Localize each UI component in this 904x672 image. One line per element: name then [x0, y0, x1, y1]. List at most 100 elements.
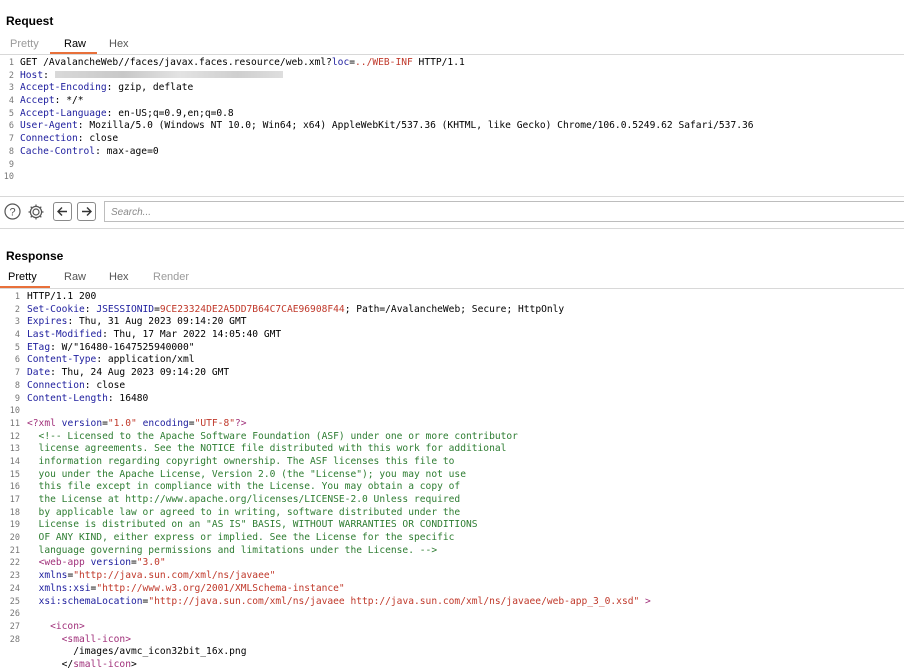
svg-text:?: ?	[9, 207, 15, 219]
code-line: 9 Content-Length: 16480	[0, 393, 904, 406]
code-line: 22 <web-app version="3.0"	[0, 557, 904, 570]
line-number: 28	[9, 634, 20, 645]
line-content: this file except in compliance with the …	[27, 481, 461, 494]
toolbar-bottom-divider	[0, 228, 904, 229]
line-number: 26	[9, 609, 20, 620]
response-tab-hex[interactable]: Hex	[109, 271, 129, 283]
code-token: <web-app	[38, 557, 85, 569]
code-line: 13 license agreements. See the NOTICE fi…	[0, 443, 904, 456]
line-number: 18	[9, 507, 20, 518]
code-token: "http://java.sun.com/xml/ns/javaee http:…	[148, 595, 640, 607]
code-token: User-Agent	[20, 120, 78, 132]
code-token: license agreements. See the NOTICE file …	[27, 443, 507, 455]
line-content: xmlns:xsi="http://www.w3.org/2001/XMLSch…	[27, 583, 345, 596]
code-token: small-icon	[73, 658, 131, 670]
line-number: 4	[14, 330, 20, 341]
line-content: Set-Cookie: JSESSIONID=9CE23324DE2A5DD7B…	[27, 304, 564, 317]
code-token: : en-US;q=0.9,en;q=0.8	[106, 107, 234, 119]
settings-button[interactable]	[26, 202, 45, 221]
code-token: Connection	[20, 133, 78, 145]
line-number: 17	[9, 495, 20, 505]
response-tab-render[interactable]: Render	[153, 271, 189, 283]
line-content: <web-app version="3.0"	[27, 557, 166, 570]
code-token: loc	[331, 57, 350, 68]
line-number: 6	[8, 121, 14, 132]
line-content: Accept-Encoding: gzip, deflate	[20, 82, 193, 95]
response-tab-raw[interactable]: Raw	[64, 271, 86, 283]
code-token: Accept	[20, 95, 55, 107]
code-line: 25 xsi:schemaLocation="http://java.sun.c…	[0, 596, 904, 609]
line-content: <?xml version="1.0" encoding="UTF-8"?>	[27, 418, 247, 431]
request-tabs: Pretty Raw Hex	[0, 38, 904, 54]
line-number: 10	[9, 406, 20, 417]
line-content: Content-Length: 16480	[27, 393, 148, 406]
code-line: 18 by applicable law or agreed to in wri…	[0, 507, 904, 520]
line-content: you under the Apache License, Version 2.…	[27, 469, 466, 482]
code-token: Set-Cookie	[27, 303, 85, 315]
line-content: information regarding copyright ownershi…	[27, 455, 455, 469]
code-token: 9CE23324DE2A5DD7B64C7CAE96908F44	[159, 303, 345, 315]
code-line: 1 GET /AvalancheWeb//faces/javax.faces.re…	[0, 57, 904, 70]
line-number: 1	[8, 58, 14, 68]
line-content: xmlns="http://java.sun.com/xml/ns/javaee…	[27, 570, 276, 583]
code-token: <!-- Licensed to the Apache Software Fou…	[27, 430, 518, 442]
response-tab-pretty[interactable]: Pretty	[8, 271, 37, 283]
code-token: : max-age=0	[95, 145, 159, 157]
code-token: ../WEB-INF	[355, 57, 413, 68]
request-tab-hex[interactable]: Hex	[109, 38, 129, 50]
line-content: Content-Type: application/xml	[27, 354, 195, 367]
code-token: GET /AvalancheWeb//faces/javax.faces.res…	[20, 57, 332, 68]
code-line: 3 Accept-Encoding: gzip, deflate	[0, 82, 904, 95]
code-token: Accept-Encoding	[20, 82, 107, 94]
request-tab-pretty[interactable]: Pretty	[10, 38, 39, 50]
code-line: 7 Date: Thu, 24 Aug 2023 09:14:20 GMT	[0, 367, 904, 380]
code-token: Accept-Language	[20, 107, 107, 119]
forward-button[interactable]	[77, 202, 96, 221]
line-number: 8	[8, 146, 14, 157]
code-token: HTTP/1.1	[412, 57, 465, 68]
code-line: 10	[0, 171, 904, 184]
line-number: 8	[14, 380, 20, 391]
line-number: 1	[14, 292, 20, 302]
response-editor[interactable]: 1 HTTP/1.1 200 2 Set-Cookie: JSESSIONID=9CE…	[0, 291, 904, 672]
code-token: encoding	[142, 417, 189, 429]
line-number: 13	[9, 444, 20, 455]
line-number: 15	[9, 469, 20, 480]
line-content: User-Agent: Mozilla/5.0 (Windows NT 10.0…	[20, 120, 754, 133]
help-button[interactable]: ?	[3, 202, 22, 221]
line-number: 21	[9, 545, 20, 556]
code-token: >	[130, 658, 137, 670]
code-token: >	[639, 595, 651, 607]
code-token: version	[90, 557, 131, 569]
request-editor[interactable]: 1 GET /AvalancheWeb//faces/javax.faces.re…	[0, 57, 904, 184]
code-token: : application/xml	[96, 354, 195, 366]
code-token: information regarding copyright ownershi…	[27, 455, 455, 467]
response-tabs-divider	[0, 288, 904, 289]
request-tab-raw[interactable]: Raw	[64, 38, 86, 50]
code-token: <icon>	[50, 620, 85, 632]
code-token: the License at http://www.apache.org/lic…	[27, 494, 461, 505]
search-box	[104, 201, 904, 222]
line-content: HTTP/1.1 200	[27, 291, 96, 304]
request-editor-bottom-divider	[0, 196, 904, 197]
line-number: 12	[9, 431, 20, 442]
code-line: 6 User-Agent: Mozilla/5.0 (Windows NT 10.…	[0, 120, 904, 133]
code-token: "3.0"	[136, 557, 166, 569]
line-number: 16	[9, 482, 20, 493]
code-line: 2 Set-Cookie: JSESSIONID=9CE23324DE2A5DD7…	[0, 304, 904, 317]
code-line: 3 Expires: Thu, 31 Aug 2023 09:14:20 GMT	[0, 316, 904, 329]
code-token: Last-Modified	[27, 329, 103, 341]
line-number: 2	[14, 304, 20, 315]
code-line: 19 License is distributed on an "AS IS" …	[0, 519, 904, 532]
search-input[interactable]	[105, 203, 904, 222]
back-button[interactable]	[53, 202, 72, 221]
code-line: 23 xmlns="http://java.sun.com/xml/ns/jav…	[0, 570, 904, 583]
code-line: 27 <icon>	[0, 621, 904, 634]
code-line: 11 <?xml version="1.0" encoding="UTF-8"?>	[0, 418, 904, 431]
code-token: Content-Length	[27, 392, 108, 404]
question-circle-icon: ?	[4, 203, 21, 220]
line-content: Last-Modified: Thu, 17 Mar 2022 14:05:40…	[27, 329, 281, 342]
code-line: 28 <small-icon>	[0, 634, 904, 647]
line-number: 3	[8, 83, 14, 94]
